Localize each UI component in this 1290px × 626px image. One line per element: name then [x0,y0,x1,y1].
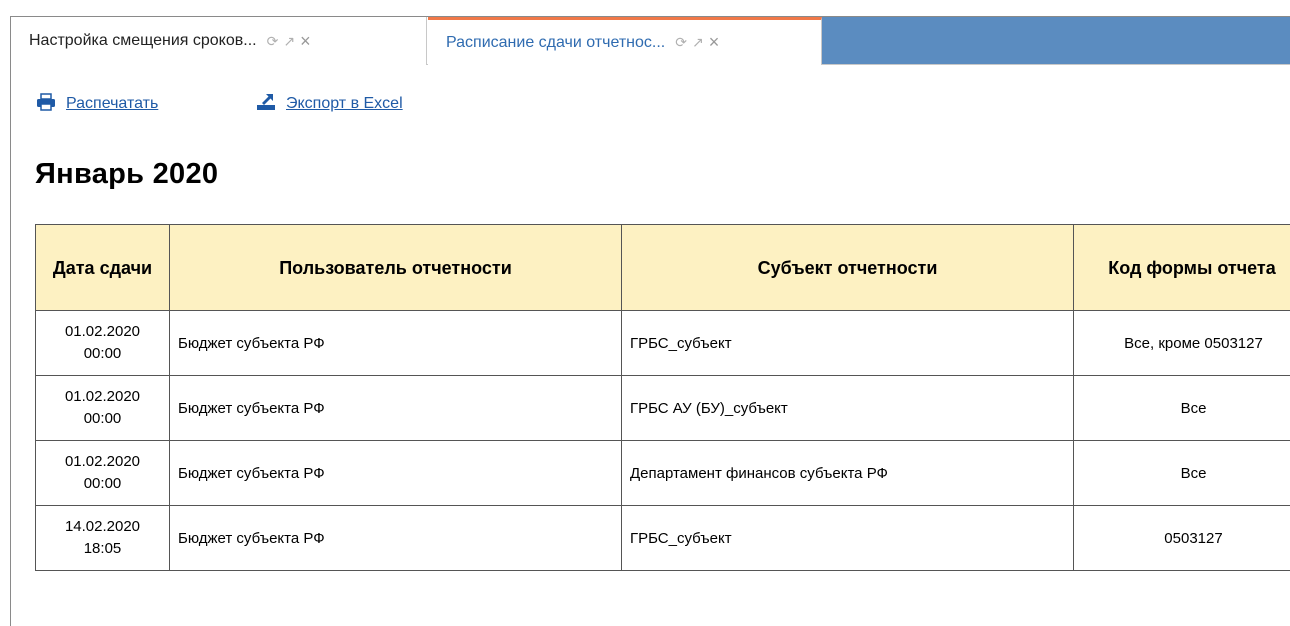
excel-export-icon [256,93,276,116]
cell-user: Бюджет субъекта РФ [170,441,622,506]
close-icon[interactable]: × [709,32,722,53]
time-value: 00:00 [84,345,122,362]
export-excel-link[interactable]: Экспорт в Excel [256,92,403,116]
pin-icon[interactable]: ↗ [692,34,706,51]
pin-icon[interactable]: ↗ [283,33,297,50]
time-value: 00:00 [84,475,122,492]
tab-label: Расписание сдачи отчетнос... [446,34,665,52]
date-value: 01.02.2020 [65,388,140,405]
tab-offset-settings[interactable]: Настройка смещения сроков... ⟳ ↗ × [11,17,427,65]
cell-date: 01.02.2020 00:00 [36,311,170,376]
cell-subject: ГРБС_субъект [622,506,1074,571]
schedule-table: Дата сдачи Пользователь отчетности Субъе… [35,224,1290,571]
table-row: 01.02.2020 00:00 Бюджет субъекта РФ ГРБС … [36,376,1290,441]
tab-submission-schedule[interactable]: Расписание сдачи отчетнос... ⟳ ↗ × [428,17,822,65]
table-row: 01.02.2020 00:00 Бюджет субъекта РФ ГРБС_… [36,311,1290,376]
table-row: 14.02.2020 18:05 Бюджет субъекта РФ ГРБС_… [36,506,1290,571]
printer-icon [36,93,56,116]
header-subject: Субъект отчетности [622,225,1074,311]
refresh-icon[interactable]: ⟳ [267,33,281,50]
print-link[interactable]: Распечатать [36,92,158,116]
cell-user: Бюджет субъекта РФ [170,376,622,441]
table-row: 01.02.2020 00:00 Бюджет субъекта РФ Депар… [36,441,1290,506]
cell-user: Бюджет субъекта РФ [170,506,622,571]
header-user: Пользователь отчетности [170,225,622,311]
header-date: Дата сдачи [36,225,170,311]
cell-subject: ГРБС_субъект [622,311,1074,376]
cell-code: Все [1074,441,1290,506]
cell-code: 0503127 [1074,506,1290,571]
table-header-row: Дата сдачи Пользователь отчетности Субъе… [36,225,1290,311]
tab-label: Настройка смещения сроков... [29,32,257,50]
cell-code: Все, кроме 0503127 [1074,311,1290,376]
header-code: Код формы отчета [1074,225,1290,311]
cell-code: Все [1074,376,1290,441]
cell-subject: Департамент финансов субъекта РФ [622,441,1074,506]
time-value: 18:05 [84,540,122,557]
print-label: Распечатать [66,95,158,113]
cell-date: 01.02.2020 00:00 [36,441,170,506]
cell-user: Бюджет субъекта РФ [170,311,622,376]
date-value: 01.02.2020 [65,323,140,340]
date-value: 14.02.2020 [65,518,140,535]
page-title: Январь 2020 [35,158,218,191]
cell-subject: ГРБС АУ (БУ)_субъект [622,376,1074,441]
time-value: 00:00 [84,410,122,427]
excel-label: Экспорт в Excel [286,95,403,113]
date-value: 01.02.2020 [65,453,140,470]
refresh-icon[interactable]: ⟳ [675,34,689,51]
cell-date: 14.02.2020 18:05 [36,506,170,571]
tab-bar-fill [822,17,1290,64]
close-icon[interactable]: × [300,31,313,52]
cell-date: 01.02.2020 00:00 [36,376,170,441]
